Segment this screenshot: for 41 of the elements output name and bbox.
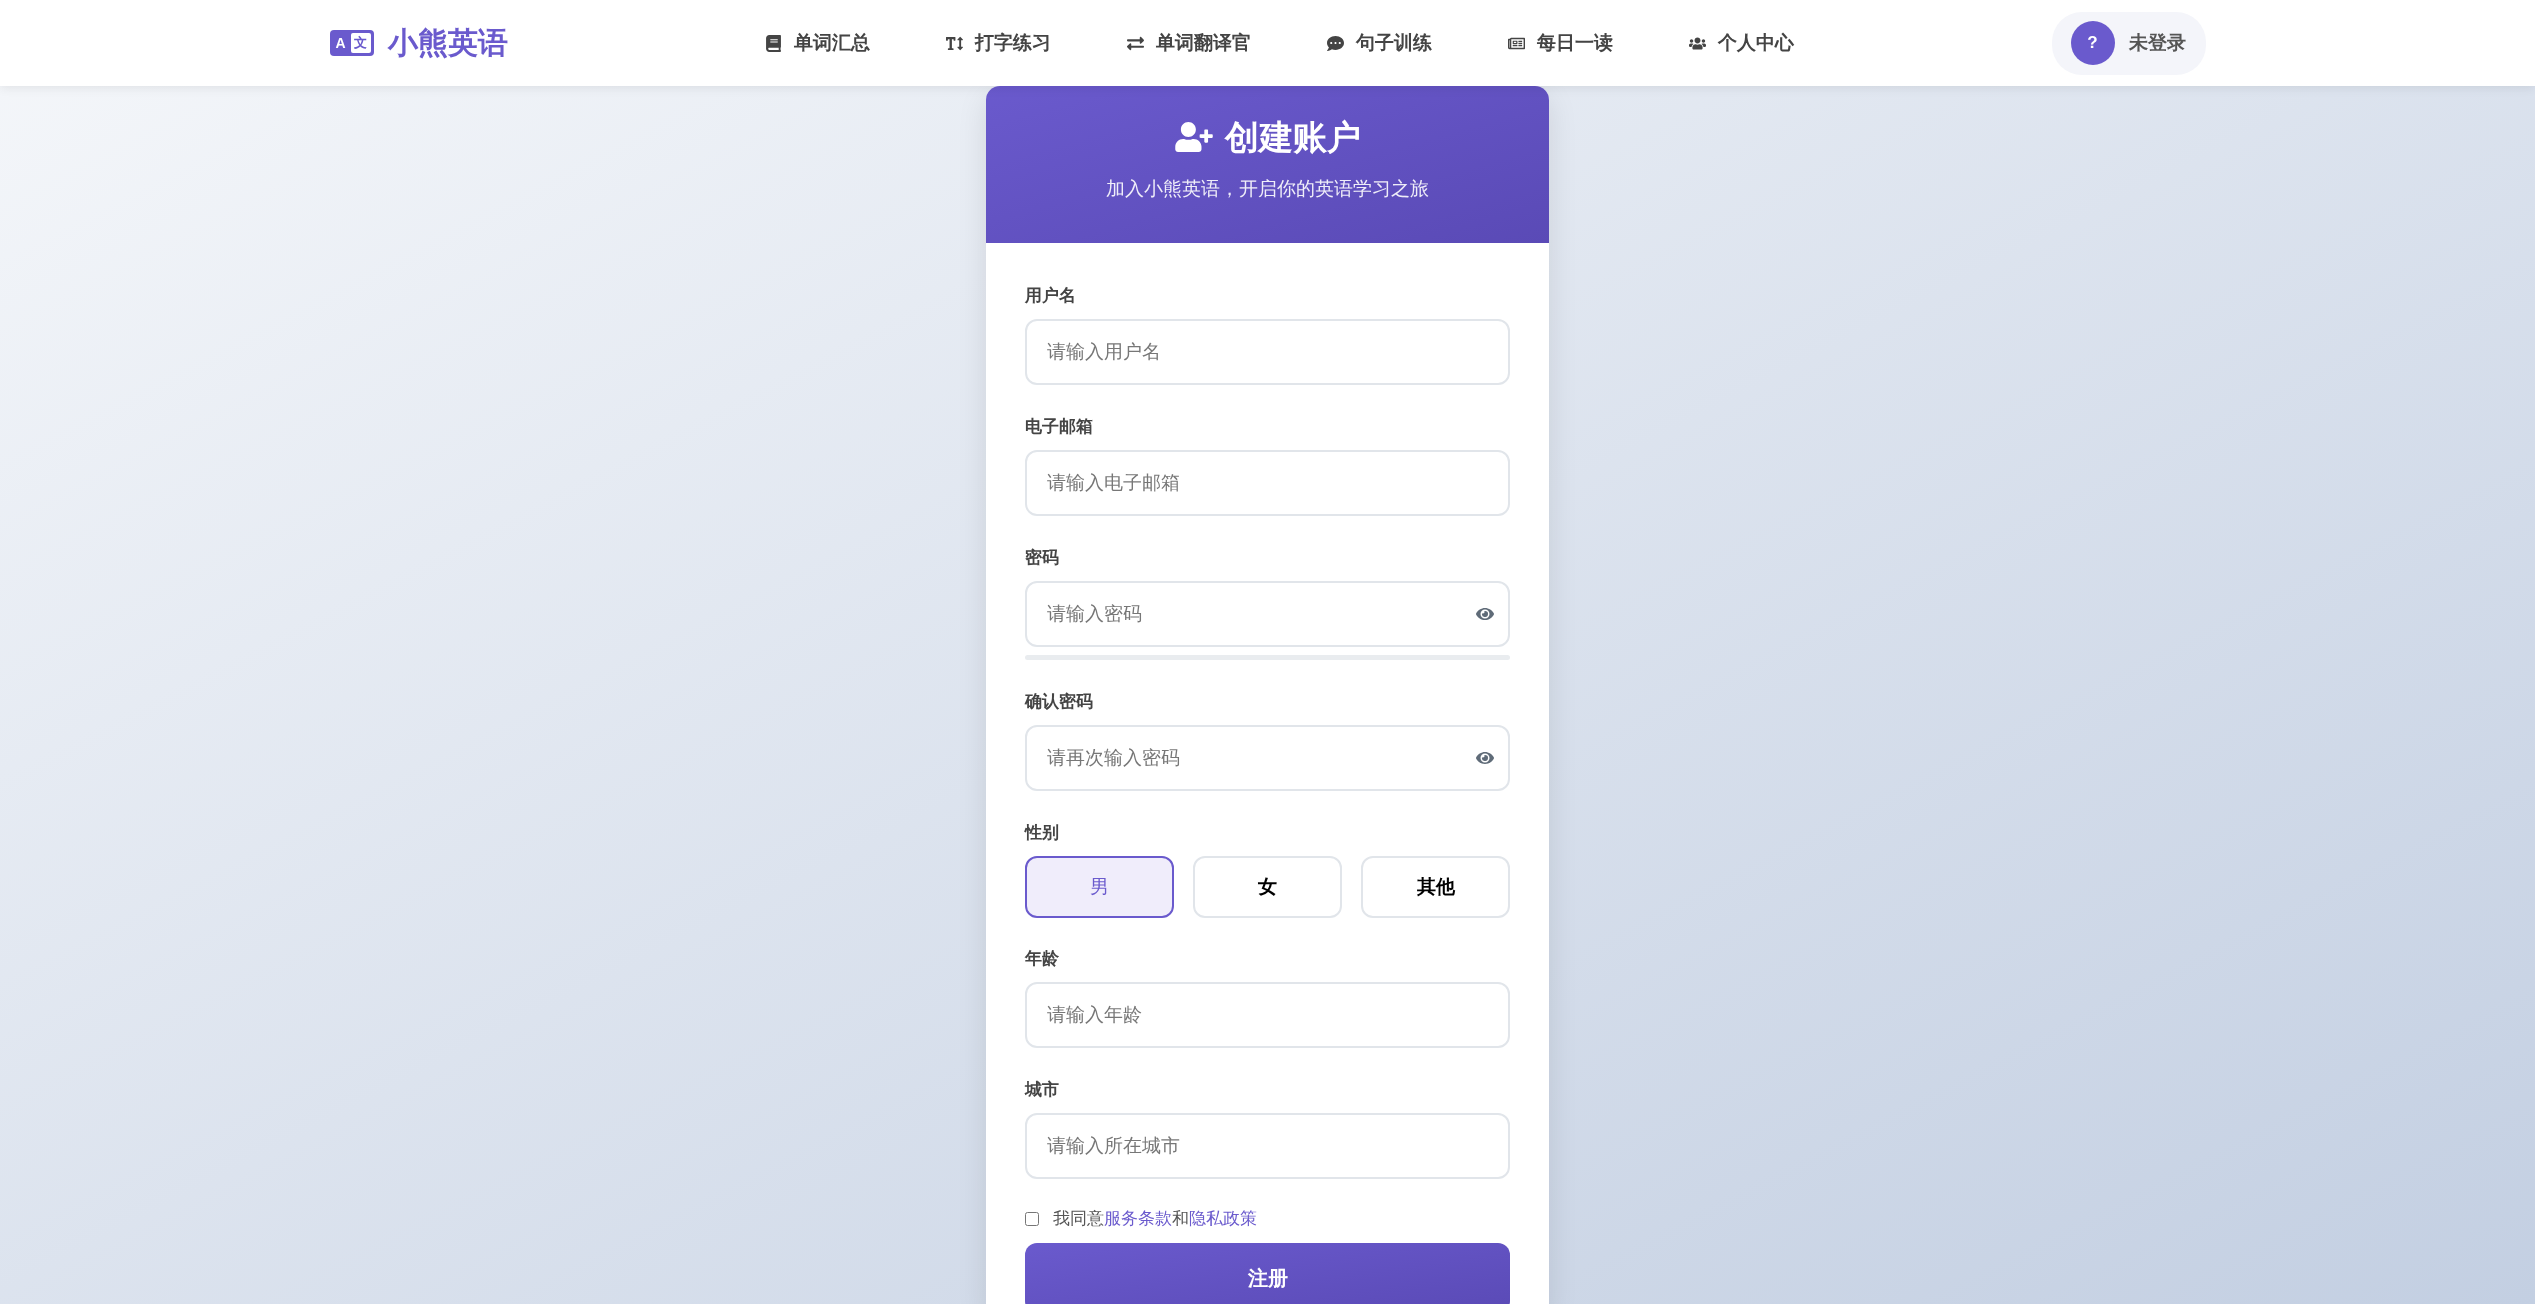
swap-arrows-icon bbox=[1127, 34, 1144, 52]
agree-checkbox[interactable] bbox=[1025, 1212, 1039, 1226]
password-input[interactable]: 请再次输入密码 bbox=[1025, 725, 1510, 791]
field-label: 用户名 bbox=[1025, 285, 1077, 307]
field-label: 城市 bbox=[1025, 1079, 1060, 1101]
badge-character: 文 bbox=[350, 33, 371, 53]
gender-option[interactable]: 男 bbox=[1025, 856, 1174, 918]
text-input[interactable]: 请输入用户名 bbox=[1025, 319, 1510, 385]
register-button[interactable]: 注册 bbox=[1025, 1243, 1510, 1304]
policy-link[interactable]: 服务条款 bbox=[1104, 1209, 1172, 1228]
text-input[interactable]: 请输入所在城市 bbox=[1025, 1113, 1510, 1179]
gender-option[interactable]: 其他 bbox=[1361, 856, 1510, 918]
card-title: 创建账户 bbox=[1224, 117, 1361, 157]
card-subtitle: 加入小熊英语，开启你的英语学习之旅 bbox=[1106, 177, 1429, 201]
password-input[interactable]: 请输入密码 bbox=[1025, 581, 1510, 647]
login-status-button[interactable]: ? 未登录 bbox=[2051, 11, 2206, 75]
text-height-icon bbox=[946, 34, 963, 52]
book-icon bbox=[765, 34, 782, 52]
nav-link[interactable]: 个人中心 bbox=[1674, 20, 1809, 66]
text-input[interactable]: 请输入年龄 bbox=[1025, 982, 1510, 1048]
field-label: 确认密码 bbox=[1025, 691, 1094, 713]
nav-link[interactable]: 单词汇总 bbox=[750, 20, 885, 66]
nav-link[interactable]: 每日一读 bbox=[1493, 20, 1628, 66]
show-password-icon[interactable] bbox=[1476, 752, 1494, 764]
speech-bubble-icon bbox=[1327, 34, 1344, 52]
brand-logo[interactable]: 小熊英语 bbox=[387, 25, 508, 61]
policy-link[interactable]: 隐私政策 bbox=[1189, 1209, 1257, 1228]
badge-letter: A bbox=[335, 35, 346, 51]
field-label: 密码 bbox=[1025, 547, 1060, 569]
gender-option[interactable]: 女 bbox=[1193, 856, 1342, 918]
agreement-text: 我同意服务条款和隐私政策 bbox=[1053, 1209, 1257, 1229]
field-label: 电子邮箱 bbox=[1025, 416, 1094, 438]
nav-link[interactable]: 句子训练 bbox=[1312, 20, 1447, 66]
user-avatar: ? bbox=[2070, 21, 2115, 65]
text-input[interactable]: 请输入电子邮箱 bbox=[1025, 450, 1510, 516]
user-plus-icon bbox=[1174, 122, 1213, 152]
nav-link[interactable]: 打字练习 bbox=[931, 20, 1066, 66]
field-label: 性别 bbox=[1025, 822, 1060, 844]
field-label: 年龄 bbox=[1025, 948, 1060, 970]
nav-link[interactable]: 单词翻译官 bbox=[1112, 20, 1266, 66]
show-password-icon[interactable] bbox=[1476, 608, 1494, 620]
